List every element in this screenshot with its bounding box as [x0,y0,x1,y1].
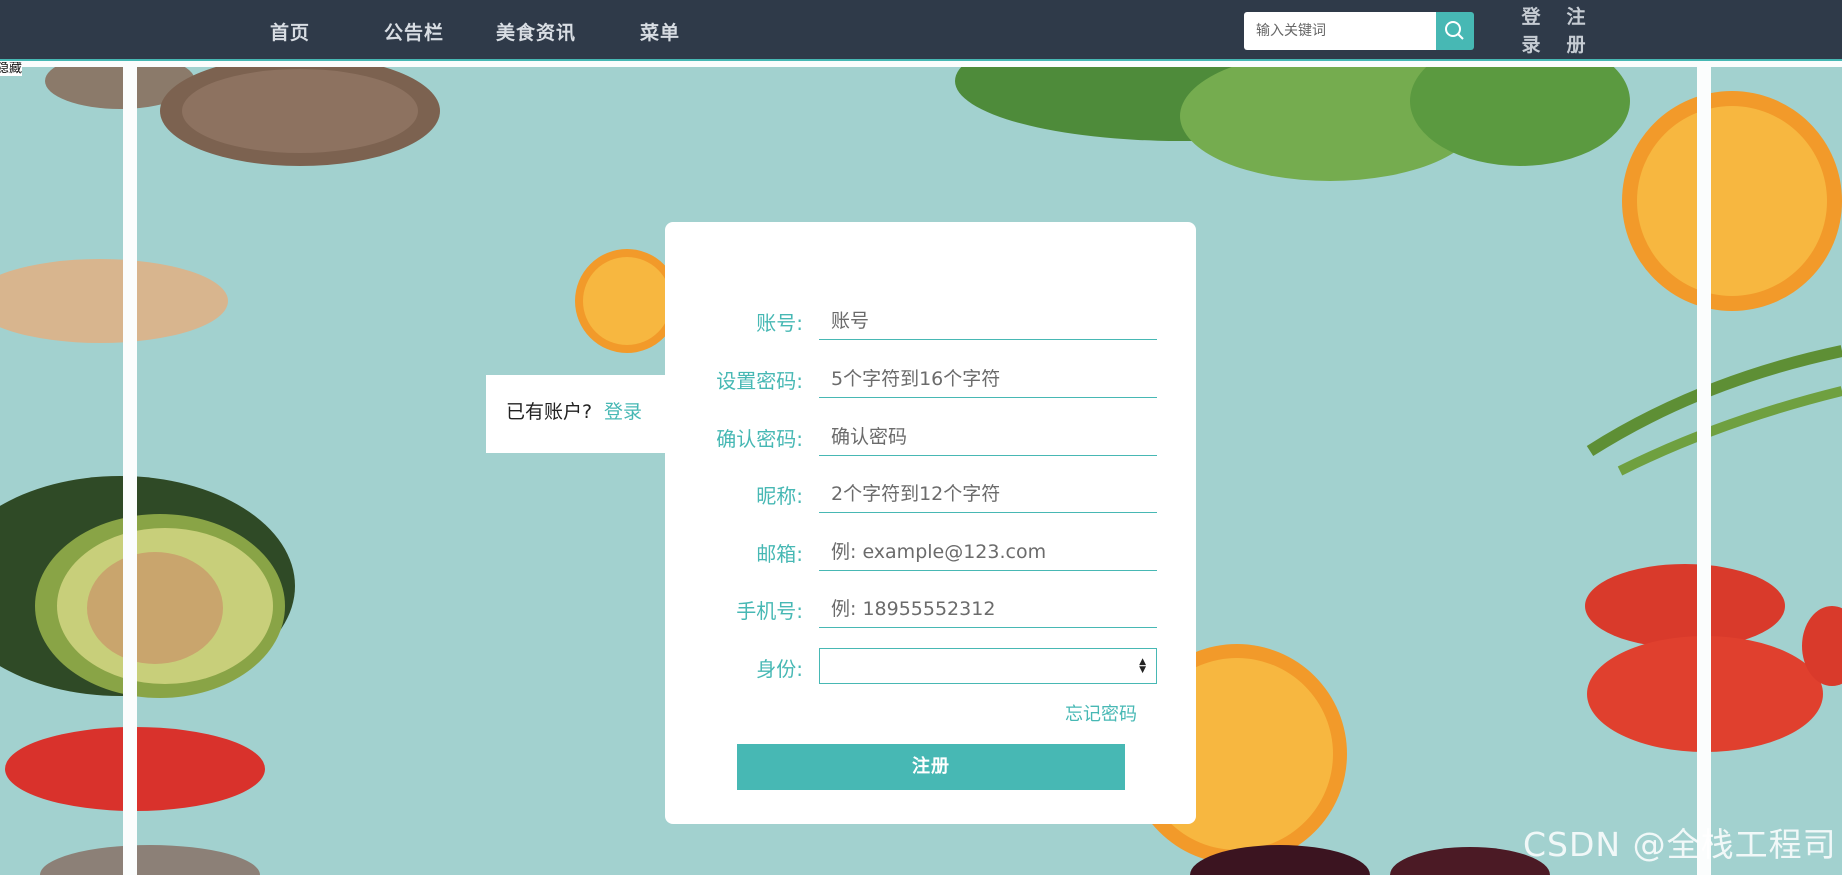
have-account-card: 已有账户? 登录 [486,375,666,453]
watermark-text: CSDN @全栈工程司 [1523,825,1837,864]
search-icon [1445,21,1464,40]
decor-pillar-right [1697,61,1711,875]
phone-input[interactable] [819,590,1157,628]
account-label: 账号: [756,311,803,335]
nav-register-link[interactable]: 注册 [1564,3,1588,59]
decor-bar-top [0,61,1842,67]
nav-item-home[interactable]: 首页 [270,18,310,45]
password-input[interactable] [819,360,1157,398]
email-label: 邮箱: [756,542,803,566]
side-login-link[interactable]: 登录 [604,397,642,424]
top-navigation-bar: 首页 公告栏 美食资讯 菜单 登录 注册 [0,0,1842,61]
register-submit-button[interactable]: 注册 [737,744,1125,790]
nav-item-food-news[interactable]: 美食资讯 [496,18,576,45]
confirm-password-input[interactable] [819,418,1157,456]
register-form-panel: 账号: 设置密码: 确认密码: 昵称: 邮箱: 手机号: 身份: ▲▼ 忘记密码… [665,222,1196,824]
account-input[interactable] [819,302,1157,340]
decor-pillar-left [123,61,137,875]
phone-label: 手机号: [736,599,803,623]
nickname-input[interactable] [819,475,1157,513]
updown-arrows-icon: ▲ ▼ [1139,657,1146,675]
nav-item-bulletin[interactable]: 公告栏 [384,18,444,45]
have-account-text: 已有账户? [506,401,593,423]
email-input[interactable] [819,533,1157,571]
identity-label: 身份: [756,657,803,681]
hide-toggle-label[interactable]: 隐藏 [0,62,22,76]
search-button[interactable] [1436,12,1474,50]
identity-select[interactable]: ▲ ▼ [819,648,1157,684]
password-label: 设置密码: [716,369,803,393]
forgot-password-link[interactable]: 忘记密码 [1065,700,1137,726]
nickname-label: 昵称: [756,484,803,508]
search-input[interactable] [1244,12,1437,50]
confirm-password-label: 确认密码: [716,427,803,451]
nav-item-menu[interactable]: 菜单 [640,18,680,45]
nav-login-link[interactable]: 登录 [1519,3,1543,59]
